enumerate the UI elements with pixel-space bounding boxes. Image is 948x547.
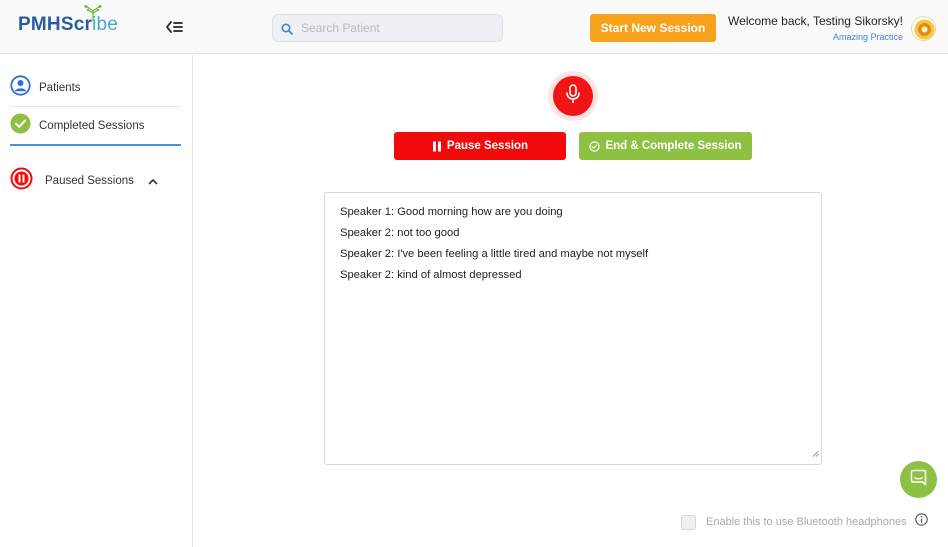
bluetooth-option: Enable this to use Bluetooth headphones [681,513,928,531]
end-complete-session-button[interactable]: End & Complete Session [579,132,752,160]
bluetooth-checkbox[interactable] [681,514,696,530]
check-circle-outline-icon [589,140,601,152]
welcome-text: Welcome back, Testing Sikorsky! [728,14,903,28]
microphone-record-button[interactable] [553,76,593,116]
collapse-sidebar-icon[interactable] [165,20,187,36]
search-icon [281,22,293,40]
sidebar-item-patients[interactable]: Patients [10,69,181,107]
patient-search[interactable] [272,14,503,42]
practice-avatar[interactable] [911,16,936,41]
user-circle-icon [10,74,31,101]
bluetooth-label: Enable this to use Bluetooth headphones [706,516,907,528]
end-session-label: End & Complete Session [605,140,742,152]
practice-name[interactable]: Amazing Practice [728,32,903,42]
info-icon[interactable] [914,513,928,531]
transcript-textarea[interactable]: Speaker 1: Good morning how are you doin… [324,192,822,465]
sidebar-item-paused-sessions[interactable]: Paused Sessions [10,162,181,200]
transcript-line: Speaker 2: kind of almost depressed [340,269,522,281]
sidebar-item-label: Patients [39,81,81,94]
pause-icon [432,141,442,152]
pause-session-button[interactable]: Pause Session [394,132,566,160]
top-header: PMHScribe Start [0,0,948,54]
sidebar-item-completed-sessions[interactable]: Completed Sessions [10,108,181,146]
logo-sprout-icon [84,5,102,21]
pause-circle-icon [10,167,33,195]
start-new-session-button[interactable]: Start New Session [590,14,716,42]
sidebar-item-label: Completed Sessions [39,120,145,132]
transcript-line: Speaker 2: I've been feeling a little ti… [340,248,649,260]
resize-handle-icon[interactable] [812,444,819,462]
search-input[interactable] [301,15,497,41]
app-window: PMHScribe Start [0,0,948,547]
check-circle-icon [10,113,31,139]
microphone-icon [565,83,581,109]
chevron-up-icon[interactable] [148,172,158,190]
transcript-line: Speaker 2: not too good [340,227,460,239]
app-logo[interactable]: PMHScribe [18,5,118,36]
transcript-line: Speaker 1: Good morning how are you doin… [340,206,563,218]
chat-support-button[interactable] [900,461,937,498]
sidebar: Patients Completed Sessions Paused Sessi… [0,55,193,547]
sidebar-item-label: Paused Sessions [45,175,134,187]
user-greeting: Welcome back, Testing Sikorsky! Amazing … [728,14,903,42]
pause-session-label: Pause Session [446,140,529,152]
chat-bubble-icon [910,469,927,491]
